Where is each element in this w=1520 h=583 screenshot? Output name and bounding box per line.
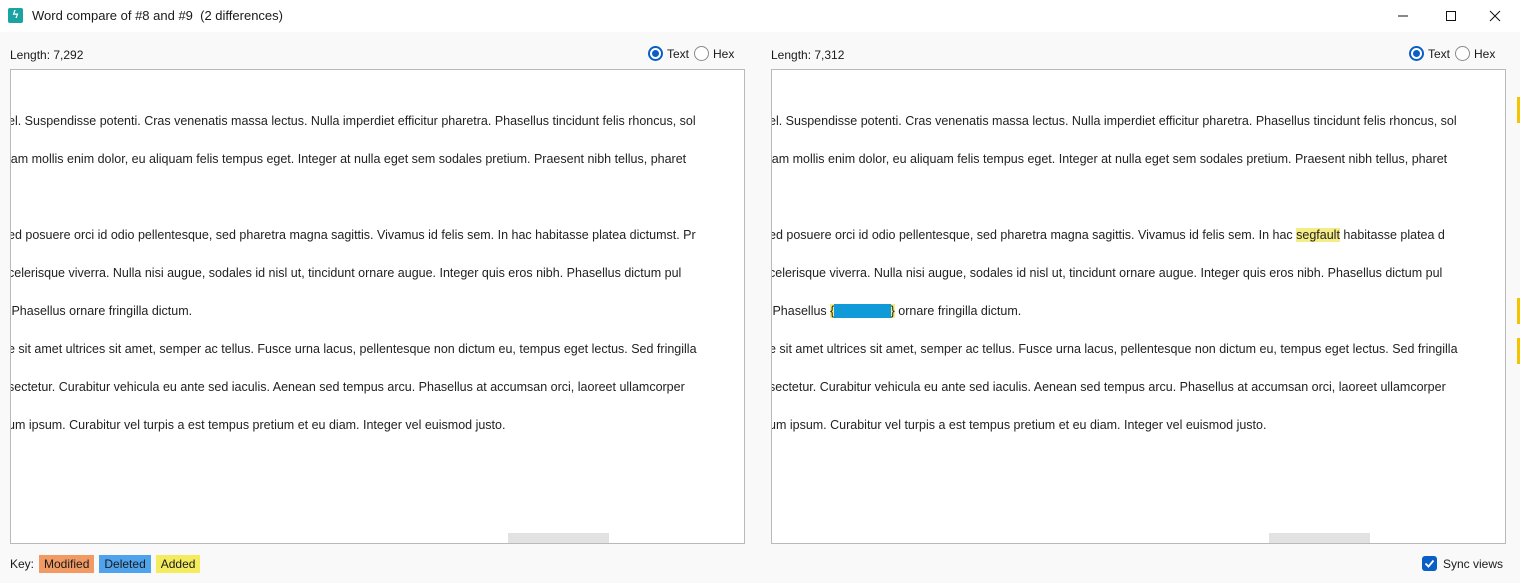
sync-views-label: Sync views [1443,556,1504,571]
line-text: ed posuere orci id odio pellentesque, se… [771,228,1297,242]
text-line: el. Suspendisse potenti. Cras venenatis … [10,114,696,128]
line-text: Phasellus [771,304,831,318]
window-title: Word compare of #8 and #9 (2 differences… [32,8,283,23]
text-line: um ipsum. Curabitur vel turpis a est tem… [10,418,506,432]
sync-views-toggle[interactable]: Sync views [1422,556,1503,571]
right-text-label: Text [1428,46,1451,61]
right-text-radio[interactable] [1409,46,1424,61]
text-line: el. Suspendisse potenti. Cras venenatis … [771,114,1457,128]
left-hex-label: Hex [713,46,735,61]
left-text-label: Text [667,46,690,61]
line-text-rest: ornare fringilla dictum. [894,304,1022,318]
text-line-diff: Phasellus {xxxxxxxxx} ornare fringilla d… [771,303,1022,319]
added-word-highlight: segfault [1296,228,1340,242]
line-text-rest: habitasse platea d [1339,228,1445,242]
sync-views-checkbox[interactable] [1422,556,1437,571]
text-line: ed posuere orci id odio pellentesque, se… [10,228,696,242]
text-line: iam mollis enim dolor, eu aliquam felis … [771,152,1448,166]
deleted-swatch: Deleted [99,555,151,573]
left-horizontal-scrollbar[interactable] [508,533,609,543]
text-line: e sit amet ultrices sit amet, semper ac … [771,342,1458,356]
text-line: sectetur. Curabitur vehicula eu ante sed… [771,380,1446,394]
left-view-mode: Text Hex [648,46,739,61]
text-line-diff: ed posuere orci id odio pellentesque, se… [771,227,1445,243]
text-line: sectetur. Curabitur vehicula eu ante sed… [10,380,685,394]
checkmark-icon [1424,559,1435,568]
minimize-button[interactable] [1380,0,1426,32]
key-label: Key: [10,557,35,571]
text-line: iam mollis enim dolor, eu aliquam felis … [10,152,687,166]
text-line: um ipsum. Curabitur vel turpis a est tem… [771,418,1267,432]
right-horizontal-scrollbar[interactable] [1269,533,1370,543]
close-button[interactable] [1472,0,1518,32]
maximize-button[interactable] [1428,0,1474,32]
app-logo-icon: ϟ [8,8,23,23]
right-view-mode: Text Hex [1409,46,1500,61]
close-icon [1489,10,1501,22]
text-line: celerisque viverra. Nulla nisi augue, so… [771,266,1443,280]
right-length-label: Length: 7,312 [771,48,845,62]
maximize-icon [1446,11,1456,21]
legend-key: Key: Modified Deleted Added [10,555,201,573]
modified-swatch: Modified [39,555,95,573]
title-bar: ϟ Word compare of #8 and #9 (2 differenc… [0,0,1520,32]
right-hex-radio[interactable] [1455,46,1471,61]
added-swatch: Added [155,555,201,573]
left-text-radio[interactable] [648,46,663,61]
minimize-icon [1398,15,1408,17]
right-text-pane[interactable]: el. Suspendisse potenti. Cras venenatis … [771,69,1506,544]
text-line: celerisque viverra. Nulla nisi augue, so… [10,266,682,280]
left-length-label: Length: 7,292 [10,48,84,62]
text-line: e sit amet ultrices sit amet, semper ac … [10,342,697,356]
deleted-highlight: xxxxxxxxx [834,304,891,318]
text-line: Phasellus ornare fringilla dictum. [10,304,193,318]
right-hex-label: Hex [1474,46,1496,61]
left-hex-radio[interactable] [694,46,710,61]
left-text-pane[interactable]: el. Suspendisse potenti. Cras venenatis … [10,69,745,544]
